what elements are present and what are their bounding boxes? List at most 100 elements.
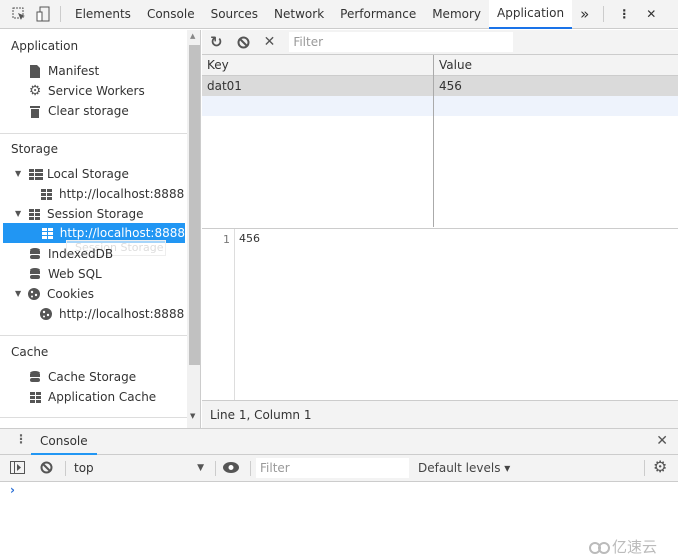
sidebar-item-session-storage[interactable]: ▼ Session Storage — [0, 204, 187, 224]
tab-memory[interactable]: Memory — [424, 0, 489, 29]
line-gutter: 1 — [202, 229, 235, 400]
divider — [215, 461, 216, 476]
table-icon — [27, 207, 41, 221]
section-cache: Cache — [11, 345, 49, 359]
clear-console-icon[interactable] — [40, 461, 53, 477]
database-icon — [28, 247, 42, 261]
expand-triangle-icon[interactable]: ▼ — [15, 164, 25, 184]
drawer-tabbar: ⋮ Console ✕ — [0, 428, 678, 455]
device-toolbar-icon[interactable] — [32, 6, 54, 22]
console-settings-gear-icon[interactable]: ⚙ — [653, 457, 667, 476]
context-selector[interactable]: top ▼ — [66, 455, 212, 481]
label: Clear storage — [48, 104, 129, 118]
more-tabs-button[interactable]: » — [572, 0, 597, 29]
column-divider[interactable] — [433, 55, 434, 227]
divider — [250, 461, 251, 476]
tab-elements[interactable]: Elements — [67, 0, 139, 29]
label: http://localhost:8888 — [59, 307, 185, 321]
label: Session Storage — [47, 207, 144, 221]
table-icon — [28, 390, 42, 404]
tab-console[interactable]: Console — [139, 0, 203, 29]
console-prompt[interactable]: › — [10, 483, 15, 497]
scroll-up-arrow[interactable]: ▲ — [190, 32, 195, 40]
sidebar-item-local-storage-origin[interactable]: http://localhost:8888 — [0, 184, 187, 204]
watermark-logo: 亿速云 — [588, 536, 657, 557]
cell-key: dat01 — [207, 79, 242, 93]
inspect-element-icon[interactable] — [6, 7, 32, 21]
cookie-icon — [27, 287, 41, 301]
sidebar-item-manifest[interactable]: Manifest — [0, 61, 187, 81]
sidebar-item-application-cache[interactable]: Application Cache — [0, 387, 187, 407]
label: Web SQL — [48, 267, 102, 281]
sidebar-item-cookies[interactable]: ▼ Cookies — [0, 284, 187, 304]
label: Cache Storage — [48, 370, 137, 384]
clear-all-icon[interactable] — [237, 36, 250, 49]
application-sidebar: Application Manifest ⚙ Service Workers Cl… — [0, 30, 187, 428]
section-application: Application — [11, 39, 79, 53]
devtools-tabbar: Elements Console Sources Network Perform… — [0, 0, 678, 29]
cookie-icon — [39, 307, 53, 321]
expand-triangle-icon[interactable]: ▼ — [15, 284, 25, 304]
label: Application Cache — [48, 390, 157, 404]
sidebar-item-service-workers[interactable]: ⚙ Service Workers — [0, 81, 187, 101]
line-number: 1 — [223, 233, 230, 246]
drawer-tab-console[interactable]: Console — [31, 429, 97, 455]
table-icon — [42, 226, 54, 240]
drawer-menu-icon[interactable]: ⋮ — [15, 432, 27, 446]
close-drawer-button[interactable]: ✕ — [656, 433, 668, 449]
value-preview-editor[interactable] — [202, 228, 678, 400]
label: Local Storage — [47, 167, 129, 181]
table-row-empty[interactable] — [202, 96, 678, 116]
label: IndexedDB — [48, 247, 114, 261]
sidebar-scrollbar-thumb[interactable] — [189, 45, 200, 365]
divider — [0, 335, 187, 336]
dropdown-arrow-icon: ▼ — [197, 463, 204, 473]
sidebar-item-websql[interactable]: Web SQL — [0, 264, 187, 284]
label: Service Workers — [48, 84, 145, 98]
divider — [0, 417, 187, 418]
tab-performance[interactable]: Performance — [332, 0, 424, 29]
sidebar-item-clear-storage[interactable]: Clear storage — [0, 101, 187, 121]
console-filter-input[interactable]: Filter — [256, 458, 409, 478]
close-devtools-button[interactable]: ✕ — [638, 0, 664, 29]
scroll-down-arrow[interactable]: ▼ — [190, 412, 195, 420]
tab-network[interactable]: Network — [266, 0, 332, 29]
database-icon — [28, 267, 42, 281]
sidebar-item-local-storage[interactable]: ▼ Local Storage — [0, 164, 187, 184]
document-icon — [28, 64, 42, 78]
divider — [0, 133, 187, 134]
label: http://localhost:8888 — [59, 187, 185, 201]
console-output[interactable]: › — [0, 482, 678, 559]
table-row[interactable]: dat01 456 — [202, 76, 678, 96]
sidebar-item-cookies-origin[interactable]: http://localhost:8888 — [0, 304, 187, 324]
refresh-icon[interactable]: ↻ — [210, 33, 223, 51]
delete-selected-icon[interactable]: ✕ — [264, 34, 276, 50]
column-header-key[interactable]: Key — [202, 55, 229, 76]
table-icon — [39, 187, 53, 201]
trash-icon — [28, 104, 42, 118]
cell-value: 456 — [439, 79, 462, 93]
tab-sources[interactable]: Sources — [203, 0, 266, 29]
watermark-text: 亿速云 — [612, 538, 658, 556]
show-sidebar-icon[interactable] — [10, 461, 25, 477]
divider — [603, 6, 605, 22]
editor-content[interactable]: 456 — [239, 232, 260, 245]
live-expression-eye-icon[interactable] — [223, 462, 239, 476]
divider — [644, 460, 645, 476]
label: Cookies — [47, 287, 94, 301]
sidebar-item-cache-storage[interactable]: Cache Storage — [0, 367, 187, 387]
sidebar-item-indexeddb[interactable]: IndexedDB — [0, 244, 187, 264]
log-levels-dropdown[interactable]: Default levels ▾ — [418, 455, 510, 481]
tab-application[interactable]: Application — [489, 0, 573, 29]
console-toolbar: top ▼ Filter Default levels ▾ ⚙ — [0, 455, 678, 482]
storage-filter-input[interactable]: Filter — [289, 32, 514, 52]
table-header: Key Value — [202, 55, 678, 76]
context-value: top — [74, 461, 94, 475]
section-storage: Storage — [11, 142, 58, 156]
label: Manifest — [48, 64, 100, 78]
database-icon — [28, 370, 42, 384]
column-header-value[interactable]: Value — [434, 55, 472, 76]
storage-toolbar: ↻ ✕ Filter — [202, 30, 678, 55]
menu-icon[interactable]: ⋮ — [610, 0, 638, 29]
expand-triangle-icon[interactable]: ▼ — [15, 204, 25, 224]
